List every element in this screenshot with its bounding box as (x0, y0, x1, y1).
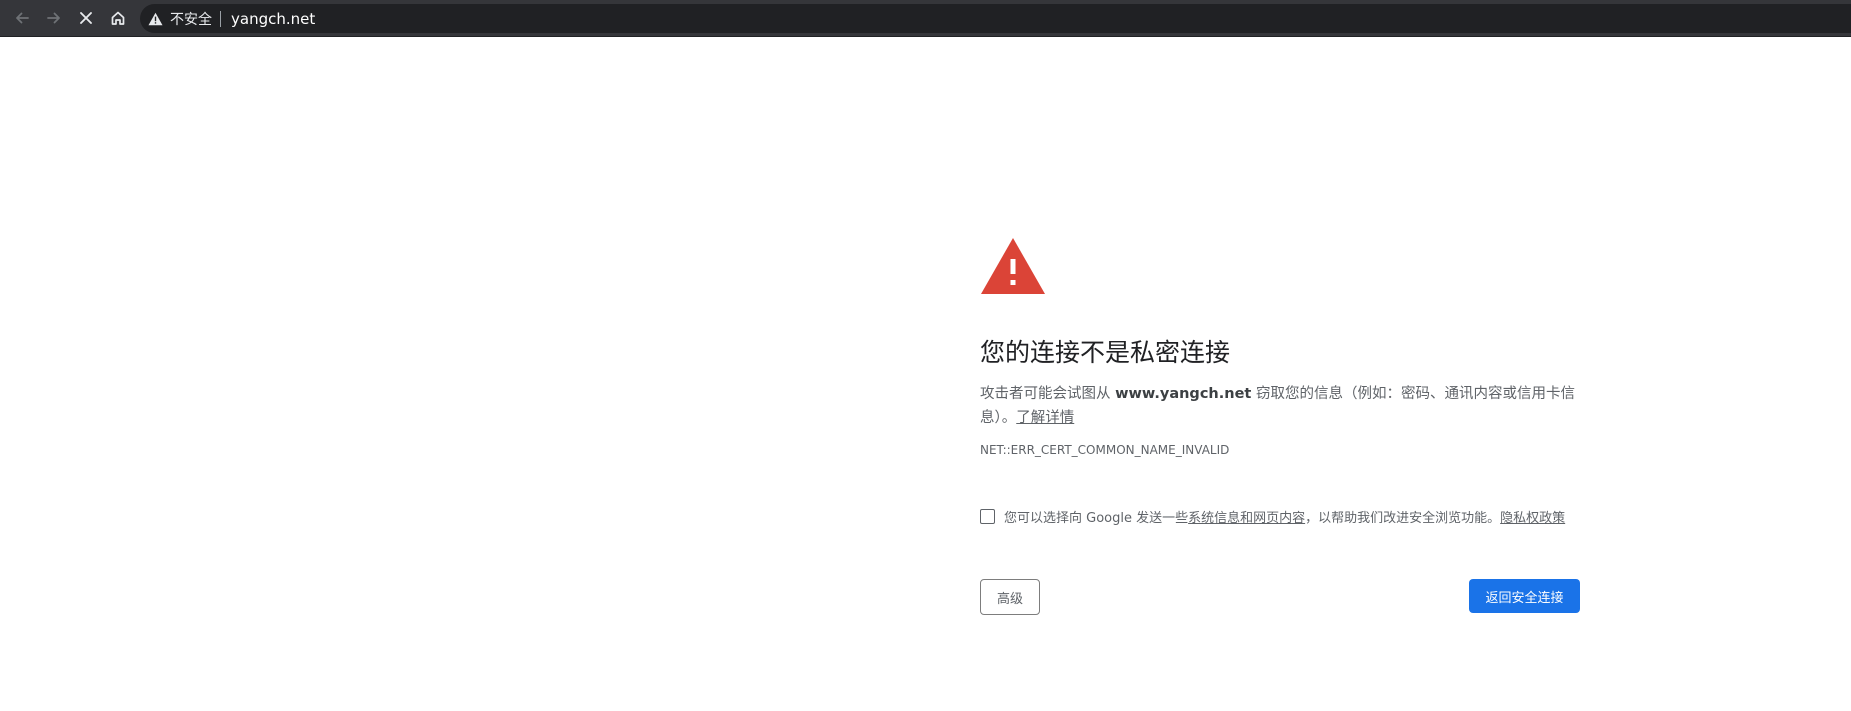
close-icon (78, 10, 94, 26)
home-button[interactable] (104, 4, 132, 32)
page-title: 您的连接不是私密连接 (980, 338, 1231, 367)
safe-browsing-optin: 您可以选择向 Google 发送一些系统信息和网页内容，以帮助我们改进安全浏览功… (980, 507, 1600, 526)
site-name: www.yangch.net (1115, 386, 1252, 402)
stop-loading-button[interactable] (72, 4, 100, 32)
advanced-button[interactable]: 高级 (980, 579, 1040, 615)
chip-divider (220, 10, 221, 27)
privacy-policy-link[interactable]: 隐私权政策 (1500, 511, 1565, 526)
learn-more-link[interactable]: 了解详情 (1016, 410, 1074, 426)
explanation-paragraph: 攻击者可能会试图从 www.yangch.net 窃取您的信息（例如：密码、通讯… (980, 382, 1580, 430)
arrow-left-icon (13, 9, 31, 27)
warning-triangle-icon (148, 12, 163, 26)
optin-prefix: 您可以选择向 Google 发送一些 (1004, 511, 1189, 526)
back-to-safety-button[interactable]: 返回安全连接 (1469, 579, 1580, 613)
security-indicator[interactable]: 不安全 yangch.net (148, 4, 315, 33)
error-code: NET::ERR_CERT_COMMON_NAME_INVALID (980, 443, 1230, 457)
browser-toolbar: 不安全 yangch.net (0, 0, 1851, 37)
back-button[interactable] (8, 4, 36, 32)
arrow-right-icon (45, 9, 63, 27)
warning-triangle-icon (980, 236, 1046, 296)
address-bar[interactable]: 不安全 yangch.net (140, 4, 1851, 33)
home-icon (109, 9, 127, 27)
system-info-link[interactable]: 系统信息和网页内容 (1188, 511, 1305, 526)
optin-checkbox[interactable] (980, 509, 995, 524)
optin-middle: ，以帮助我们改进安全浏览功能。 (1305, 511, 1501, 526)
explanation-prefix: 攻击者可能会试图从 (980, 386, 1111, 402)
forward-button[interactable] (40, 4, 68, 32)
url-text[interactable]: yangch.net (231, 10, 315, 28)
optin-text: 您可以选择向 Google 发送一些系统信息和网页内容，以帮助我们改进安全浏览功… (1004, 507, 1565, 526)
security-label: 不安全 (170, 11, 212, 28)
